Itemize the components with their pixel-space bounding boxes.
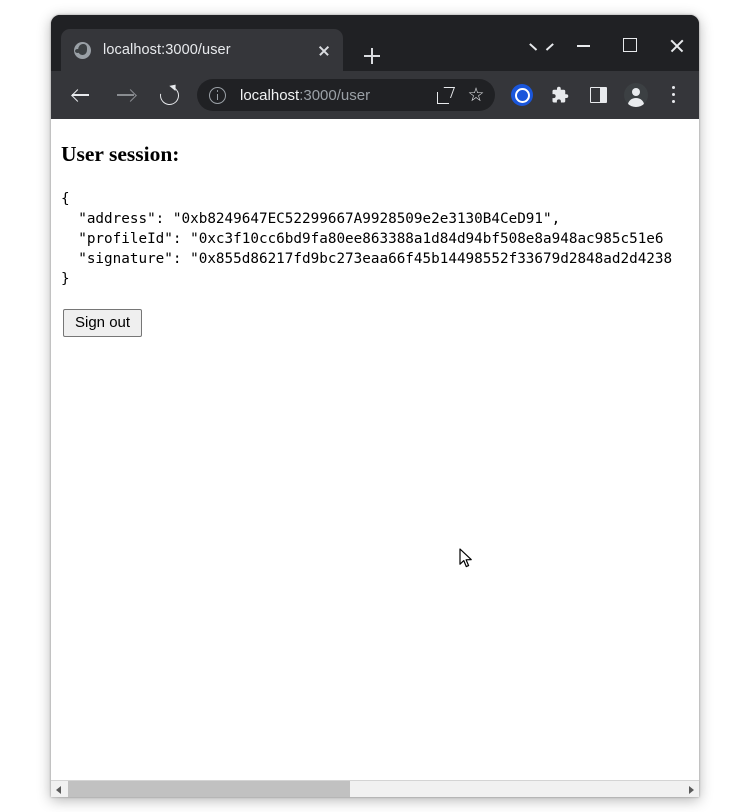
url-path: :3000/user	[299, 86, 371, 104]
url-host: localhost	[240, 86, 300, 104]
forward-button[interactable]	[109, 79, 141, 111]
triangle-right-icon[interactable]	[682, 781, 699, 797]
session-json-output: { "address": "0xb8249647EC52299667A99285…	[61, 190, 673, 287]
tab-search-button[interactable]	[515, 25, 561, 65]
chevron-down-icon	[531, 41, 544, 54]
url-text: localhost:3000/user	[240, 87, 431, 104]
info-circle-icon[interactable]	[209, 86, 226, 104]
profile-avatar-icon	[624, 83, 648, 107]
share-button[interactable]	[431, 80, 461, 110]
puzzle-icon	[551, 86, 569, 104]
browser-toolbar: localhost:3000/user ☆	[51, 71, 699, 119]
scrollbar-thumb[interactable]	[68, 781, 351, 797]
scrollbar-track[interactable]	[68, 781, 682, 797]
maximize-button[interactable]	[607, 25, 653, 65]
star-icon: ☆	[467, 85, 485, 106]
side-panel-icon	[590, 87, 607, 103]
triangle-left-icon[interactable]	[51, 781, 68, 797]
share-icon	[437, 87, 454, 104]
back-button[interactable]	[65, 79, 97, 111]
minimize-icon	[577, 45, 590, 47]
extension-blue-button[interactable]	[505, 78, 539, 112]
chrome-menu-button[interactable]	[657, 78, 691, 112]
kebab-menu-icon	[672, 85, 676, 105]
address-bar[interactable]: localhost:3000/user ☆	[197, 79, 495, 111]
page-viewport: User session: { "address": "0xb8249647EC…	[51, 119, 699, 797]
extensions-button[interactable]	[543, 78, 577, 112]
tab-strip: localhost:3000/user	[51, 15, 699, 71]
minimize-button[interactable]	[561, 25, 607, 65]
new-tab-button[interactable]	[357, 41, 387, 71]
close-icon[interactable]	[311, 37, 337, 63]
sign-out-button[interactable]: Sign out	[63, 308, 143, 337]
desktop-background: localhost:3000/user localhost:3000/user …	[0, 0, 750, 812]
profile-button[interactable]	[619, 78, 653, 112]
close-window-button[interactable]	[653, 25, 699, 65]
close-icon	[669, 38, 684, 53]
page-content: User session: { "address": "0xb8249647EC…	[51, 119, 699, 780]
bookmark-button[interactable]: ☆	[461, 80, 491, 110]
browser-tab-localhost[interactable]: localhost:3000/user	[61, 29, 343, 71]
extension-blue-icon	[511, 84, 533, 106]
reload-button[interactable]	[153, 79, 185, 111]
window-controls	[515, 25, 699, 65]
globe-icon	[74, 41, 91, 59]
maximize-icon	[623, 38, 637, 52]
page-title: User session:	[61, 142, 180, 166]
side-panel-button[interactable]	[581, 78, 615, 112]
browser-window: localhost:3000/user localhost:3000/user …	[51, 15, 699, 797]
tab-title: localhost:3000/user	[103, 42, 231, 58]
horizontal-scrollbar[interactable]	[51, 780, 699, 797]
